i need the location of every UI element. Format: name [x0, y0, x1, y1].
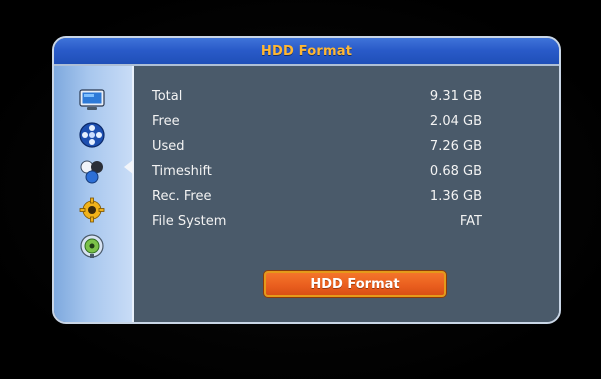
selection-arrow-icon: [124, 160, 133, 174]
info-value: 7.26 GB: [429, 138, 482, 154]
info-row-free: Free 2.04 GB: [152, 111, 482, 131]
info-value: 2.04 GB: [429, 113, 482, 129]
info-label: Used: [152, 138, 185, 154]
info-value: 0.68 GB: [429, 163, 482, 179]
tv-screen: HDD Format Total 9.31 GB Free 2.04 GB Us…: [0, 0, 601, 379]
info-value: FAT: [459, 213, 482, 229]
title-bar: HDD Format: [54, 38, 559, 66]
hdd-info-panel: Total 9.31 GB Free 2.04 GB Used 7.26 GB …: [134, 66, 559, 322]
info-label: Timeshift: [152, 163, 212, 179]
info-row-file-system: File System FAT: [152, 211, 482, 231]
info-label: Free: [152, 113, 180, 129]
satellite-dish-icon[interactable]: [78, 232, 106, 260]
menu-sidebar: [54, 66, 134, 322]
info-label: Rec. Free: [152, 188, 212, 204]
hdd-format-button[interactable]: HDD Format: [264, 271, 446, 297]
tv-icon[interactable]: [78, 86, 106, 114]
info-value: 1.36 GB: [429, 188, 482, 204]
hdd-format-window: HDD Format Total 9.31 GB Free 2.04 GB Us…: [52, 36, 561, 324]
info-row-rec-free: Rec. Free 1.36 GB: [152, 186, 482, 206]
info-label: Total: [152, 88, 183, 104]
info-value: 9.31 GB: [429, 88, 482, 104]
gear-icon[interactable]: [78, 196, 106, 224]
film-reel-icon[interactable]: [78, 121, 106, 149]
info-row-timeshift: Timeshift 0.68 GB: [152, 161, 482, 181]
info-label: File System: [152, 213, 227, 229]
three-balls-icon[interactable]: [78, 158, 106, 186]
info-row-used: Used 7.26 GB: [152, 136, 482, 156]
window-title: HDD Format: [260, 43, 353, 59]
info-row-total: Total 9.31 GB: [152, 86, 482, 106]
